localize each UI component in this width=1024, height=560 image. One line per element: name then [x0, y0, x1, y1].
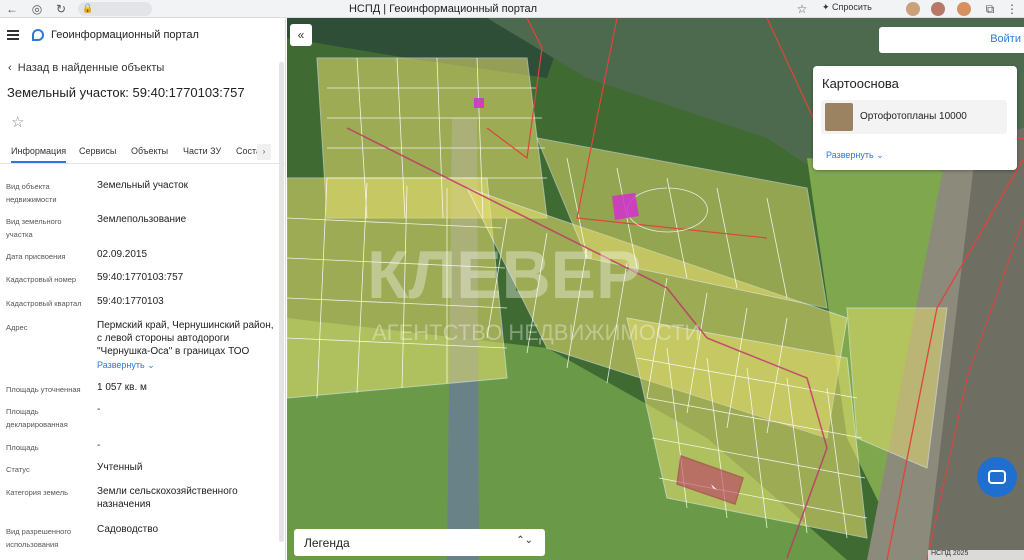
collapse-panel-button[interactable]: «	[290, 24, 312, 46]
expand-label: Развернуть	[826, 150, 874, 160]
field-value: Земельный участок	[97, 180, 189, 191]
chat-button[interactable]	[977, 457, 1017, 497]
logo-icon	[32, 29, 44, 41]
watermark-subtext: АГЕНТСТВО НЕДВИЖИМОСТИ	[372, 320, 700, 345]
field-value: 02.09.2015	[97, 249, 148, 260]
map-attribution: НСПД 2025	[928, 550, 1024, 560]
extension-icon[interactable]	[906, 2, 920, 16]
field-label: Статус	[6, 465, 30, 474]
basemap-option[interactable]: Ортофотопланы 10000	[821, 100, 1007, 134]
field-label: Категория земель	[6, 488, 69, 497]
tabs-scroll-right-icon[interactable]: ›	[257, 144, 271, 160]
field-value: Пермский край, Чернушинский район, с лев…	[97, 320, 274, 357]
legend-label: Легенда	[304, 536, 350, 550]
basemap-option-label: Ортофотопланы 10000	[860, 111, 967, 122]
basemap-thumbnail	[825, 103, 853, 131]
chat-icon	[988, 470, 1006, 484]
extensions-icon[interactable]: ⧉	[982, 1, 998, 17]
field-value: Землепользование	[97, 214, 187, 225]
tab-objects[interactable]: Объекты	[131, 146, 168, 156]
back-link-label: Назад в найденные объекты	[17, 62, 165, 74]
page-title: НСПД | Геоинформационный портал	[348, 3, 538, 15]
browser-toolbar: ← ◎ ↻ 🔒 НСПД | Геоинформационный портал …	[0, 0, 1024, 18]
login-area: Войти	[879, 27, 1024, 53]
chevron-down-icon: ⌄	[876, 150, 884, 160]
ask-label: Спросить	[832, 2, 872, 12]
ask-button[interactable]: ✦ Спросить	[822, 2, 872, 13]
basemap-panel: Картооснова Ортофотопланы 10000 Разверну…	[813, 66, 1017, 170]
field-label: Адрес	[6, 323, 28, 332]
field-label: Кадастровый квартал	[6, 299, 82, 308]
watermark-text: КЛЕВЕР	[367, 237, 641, 313]
field-label: Площадь декларированная	[6, 407, 68, 429]
tab-services[interactable]: Сервисы	[79, 146, 116, 156]
expand-label: Развернуть	[97, 360, 145, 370]
chevron-left-icon: ‹	[8, 62, 12, 74]
field-label: Кадастровый номер	[6, 275, 77, 284]
basemap-title: Картооснова	[822, 76, 899, 91]
expand-address-link[interactable]: Развернуть ⌄	[97, 360, 155, 370]
field-value: 59:40:1770103	[97, 296, 164, 307]
field-label: Вид земельного участка	[6, 217, 62, 239]
favorite-star-icon[interactable]: ☆	[11, 113, 24, 131]
object-title: Земельный участок: 59:40:1770103:757	[7, 85, 245, 100]
field-label: Дата присвоения	[6, 252, 66, 261]
field-value: 59:40:1770103:757	[97, 272, 184, 283]
extension-icon[interactable]	[931, 2, 945, 16]
chevron-updown-icon: ⌃⌄	[516, 535, 533, 546]
field-value: Земли сельскохозяйственного назначения	[97, 486, 238, 510]
menu-icon[interactable]	[7, 30, 19, 40]
legend-dropdown[interactable]: Легенда ⌃⌄	[294, 529, 545, 556]
field-value: 1 057 кв. м	[97, 382, 147, 393]
field-value: -	[97, 440, 101, 451]
field-label: Площадь	[6, 443, 39, 452]
tab-parcel-parts[interactable]: Части ЗУ	[183, 146, 221, 156]
panel-scrollbar[interactable]	[279, 62, 284, 542]
bookmark-star-icon[interactable]: ☆	[794, 1, 810, 17]
field-value: Учтенный	[97, 462, 143, 473]
more-menu-icon[interactable]: ⋮	[1004, 1, 1020, 17]
field-label: Вид разрешенного использования	[6, 527, 72, 549]
tab-info[interactable]: Информация	[11, 146, 67, 163]
field-value: Садоводство	[97, 524, 159, 535]
basemap-expand-link[interactable]: Развернуть ⌄	[826, 150, 884, 161]
login-button[interactable]: Войти	[990, 33, 1021, 45]
field-value: -	[97, 404, 101, 415]
portal-title: Геоинформационный портал	[51, 29, 199, 41]
object-info-panel: Геоинформационный портал ‹ Назад в найде…	[0, 18, 286, 560]
field-label: Вид объекта недвижимости	[6, 182, 57, 204]
panel-header: Геоинформационный портал	[0, 18, 285, 54]
chevron-down-icon: ⌄	[147, 360, 155, 370]
extension-icon[interactable]	[957, 2, 971, 16]
back-to-results-link[interactable]: ‹ Назад в найденные объекты	[8, 62, 164, 74]
field-label: Площадь уточненная	[6, 385, 81, 394]
tab-bar: Информация Сервисы Объекты Части ЗУ Сост…	[0, 138, 285, 164]
address-expand: Развернуть ⌄	[97, 359, 275, 372]
